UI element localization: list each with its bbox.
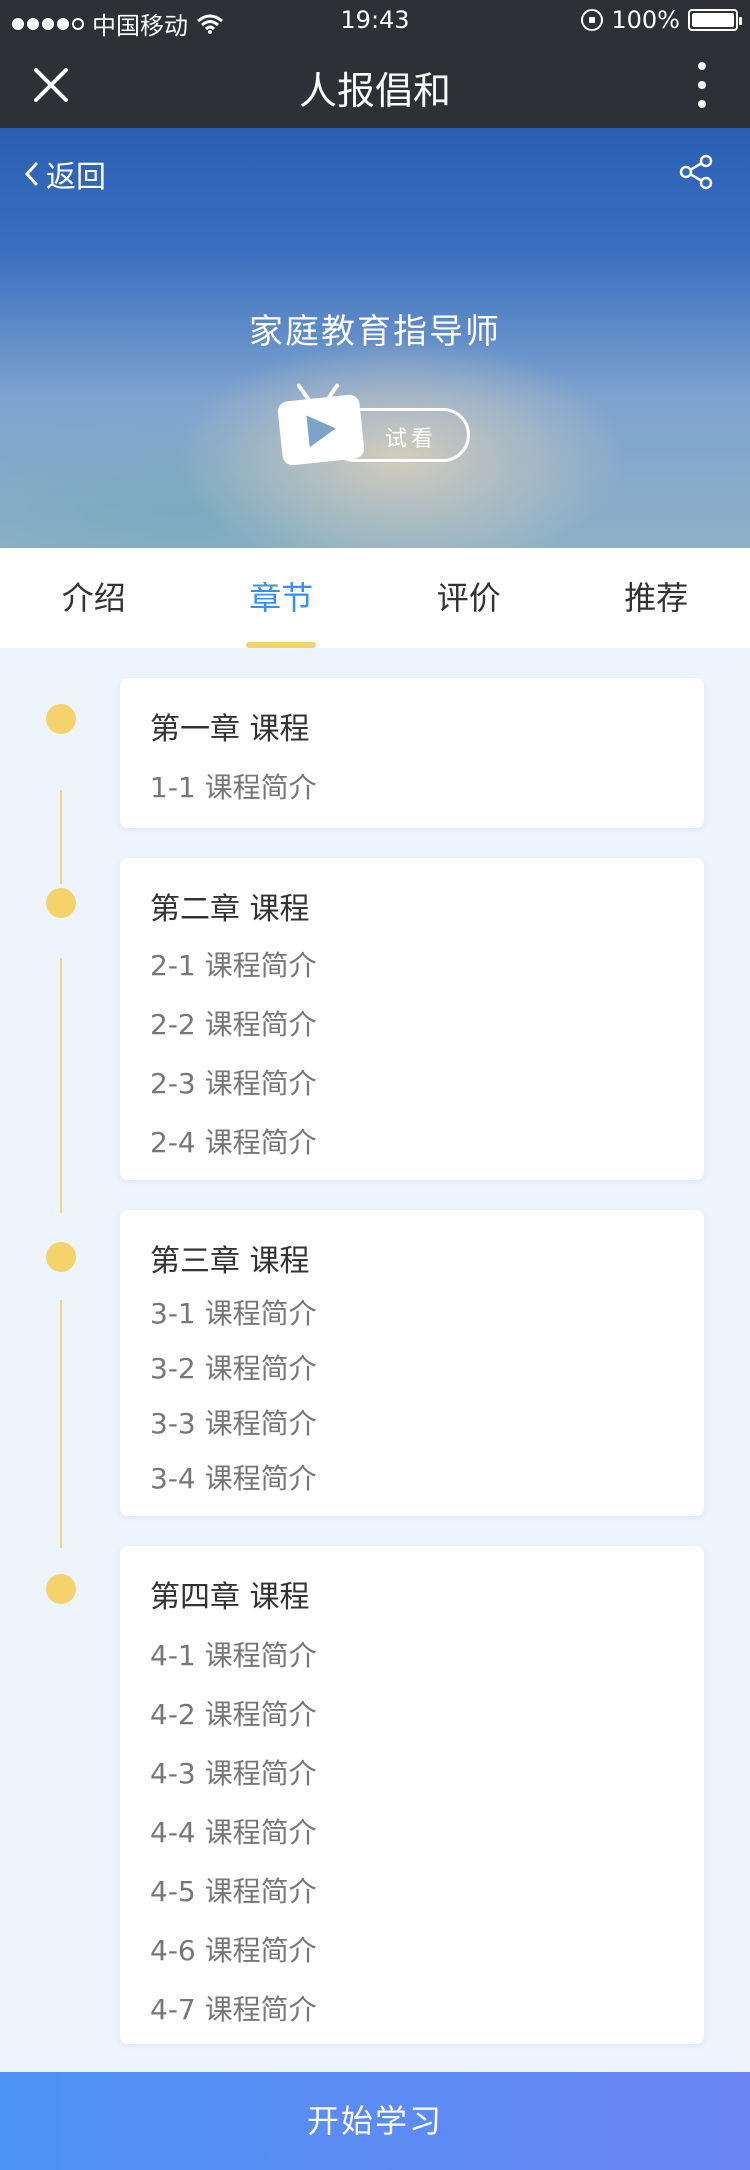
- back-button[interactable]: 返回: [22, 152, 106, 196]
- lesson-item[interactable]: 4-5 课程简介: [150, 1870, 317, 1910]
- lesson-item[interactable]: 4-3 课程简介: [150, 1752, 317, 1792]
- timeline-dot: [46, 1242, 76, 1272]
- timeline-dot: [46, 888, 76, 918]
- lesson-item[interactable]: 1-1 课程简介: [150, 766, 317, 806]
- tab-intro[interactable]: 介绍: [0, 548, 188, 648]
- course-title: 家庭教育指导师: [249, 312, 501, 352]
- back-label: 返回: [46, 160, 106, 195]
- lesson-item[interactable]: 4-1 课程简介: [150, 1634, 317, 1674]
- lesson-item[interactable]: 4-7 课程简介: [150, 1988, 317, 2028]
- course-hero: 返回 家庭教育指导师 试看: [0, 128, 750, 548]
- timeline-line: [60, 1300, 62, 1548]
- more-icon[interactable]: [696, 62, 708, 108]
- lesson-item[interactable]: 2-1 课程简介: [150, 944, 317, 984]
- lesson-item[interactable]: 3-2 课程简介: [150, 1347, 317, 1387]
- tab-chapters[interactable]: 章节: [188, 548, 376, 648]
- chapter-title: 第三章 课程: [150, 1244, 310, 1279]
- timeline-line: [60, 790, 62, 884]
- tab-recommend[interactable]: 推荐: [563, 548, 750, 648]
- chapter-card: 第一章 课程 1-1 课程简介: [120, 678, 704, 828]
- timeline-line: [60, 958, 62, 1213]
- nav-bar: 人报倡和: [0, 42, 750, 128]
- lesson-item[interactable]: 4-4 课程简介: [150, 1811, 317, 1851]
- share-icon[interactable]: [678, 154, 714, 190]
- trial-button[interactable]: 试看: [276, 380, 470, 470]
- chapter-card: 第三章 课程 3-1 课程简介 3-2 课程简介 3-3 课程简介 3-4 课程…: [120, 1210, 704, 1516]
- lesson-item[interactable]: 2-4 课程简介: [150, 1121, 317, 1161]
- chapter-title: 第一章 课程: [150, 712, 310, 747]
- start-learning-button[interactable]: 开始学习: [0, 2072, 750, 2170]
- lesson-item[interactable]: 4-6 课程简介: [150, 1929, 317, 1969]
- tab-bar: 介绍 章节 评价 推荐: [0, 548, 750, 648]
- lesson-item[interactable]: 3-3 课程简介: [150, 1402, 317, 1442]
- chapter-card: 第二章 课程 2-1 课程简介 2-2 课程简介 2-3 课程简介 2-4 课程…: [120, 858, 704, 1180]
- tab-reviews[interactable]: 评价: [375, 548, 563, 648]
- chevron-left-icon: [24, 162, 38, 186]
- lesson-item[interactable]: 4-2 课程简介: [150, 1693, 317, 1733]
- battery-icon: [688, 9, 742, 31]
- timeline-dot: [46, 1574, 76, 1604]
- lesson-item[interactable]: 3-4 课程简介: [150, 1457, 317, 1497]
- chapter-title: 第四章 课程: [150, 1580, 310, 1615]
- rotation-lock-icon: [581, 9, 604, 31]
- timeline-dot: [46, 704, 76, 734]
- lesson-item[interactable]: 2-2 课程简介: [150, 1003, 317, 1043]
- page-title: 人报倡和: [298, 69, 451, 113]
- chapter-card: 第四章 课程 4-1 课程简介 4-2 课程简介 4-3 课程简介 4-4 课程…: [120, 1546, 704, 2044]
- trial-label: 试看: [385, 427, 438, 452]
- tv-play-icon: [276, 393, 366, 467]
- status-right: 100%: [581, 6, 742, 34]
- status-bar: 中国移动 19:43 100%: [0, 0, 750, 42]
- battery-percent: 100%: [611, 6, 680, 34]
- lesson-item[interactable]: 2-3 课程简介: [150, 1062, 317, 1102]
- chapter-title: 第二章 课程: [150, 892, 310, 927]
- lesson-item[interactable]: 3-1 课程简介: [150, 1292, 317, 1332]
